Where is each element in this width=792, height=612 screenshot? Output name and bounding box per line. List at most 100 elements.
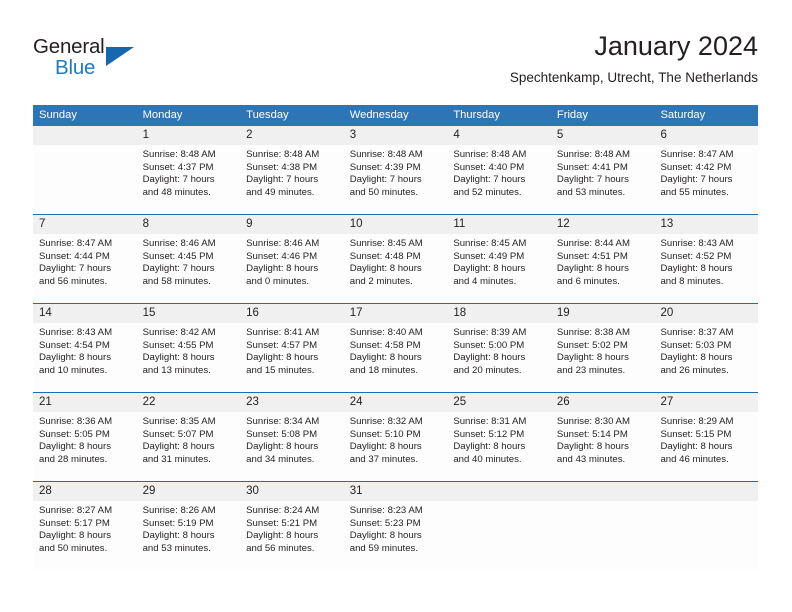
day-detail-line: Sunrise: 8:39 AM [453, 327, 527, 338]
day-number[interactable]: 22 [137, 393, 241, 412]
day-detail-line: Sunrise: 8:45 AM [349, 238, 423, 249]
day-number[interactable]: 28 [33, 482, 137, 501]
day-detail-line: and 43 minutes. [556, 453, 626, 465]
day-detail-line: Daylight: 8 hours [142, 352, 215, 364]
day-detail-line: Sunrise: 8:48 AM [556, 149, 630, 160]
day-cell[interactable]: Sunrise: 8:46 AM Sunset: 4:46 PM Daylight:… [240, 234, 344, 303]
day-number[interactable]: 13 [654, 215, 758, 234]
day-detail-line: Sunrise: 8:31 AM [453, 416, 527, 427]
day-number[interactable]: 10 [344, 215, 448, 234]
day-detail-line: Daylight: 7 hours [39, 263, 111, 275]
weekday-header-tuesday: Tuesday [246, 109, 289, 121]
day-number[interactable]: 1 [137, 126, 241, 145]
day-number[interactable]: 9 [240, 215, 344, 234]
day-cell[interactable]: Sunrise: 8:48 AM Sunset: 4:37 PM Daylight:… [137, 145, 241, 214]
day-number[interactable]: 15 [137, 304, 241, 323]
day-cell[interactable]: Sunrise: 8:48 AM Sunset: 4:39 PM Daylight:… [344, 145, 448, 214]
day-cell[interactable]: Sunrise: 8:24 AM Sunset: 5:21 PM Daylight:… [240, 501, 344, 570]
day-number[interactable]: 5 [551, 126, 655, 145]
day-number[interactable]: 14 [33, 304, 137, 323]
day-number-row: 123456 [33, 126, 758, 145]
day-number[interactable]: 25 [447, 393, 551, 412]
day-number[interactable]: 8 [137, 215, 241, 234]
day-number[interactable]: 19 [551, 304, 655, 323]
calendar-page: General Blue January 2024 Spechtenkamp, … [0, 0, 792, 612]
day-cell[interactable]: Sunrise: 8:38 AM Sunset: 5:02 PM Daylight:… [551, 323, 655, 392]
day-cell[interactable]: Sunrise: 8:48 AM Sunset: 4:41 PM Daylight:… [551, 145, 655, 214]
day-cell[interactable]: Sunrise: 8:46 AM Sunset: 4:45 PM Daylight:… [137, 234, 241, 303]
day-number-empty [447, 482, 551, 501]
weekday-header-row: Sunday Monday Tuesday Wednesday Thursday… [33, 105, 758, 126]
day-detail-line: Daylight: 8 hours [556, 263, 629, 275]
day-detail-line: Sunrise: 8:38 AM [556, 327, 630, 338]
day-detail-line: Sunrise: 8:35 AM [142, 416, 216, 427]
day-cell[interactable]: Sunrise: 8:40 AM Sunset: 4:58 PM Daylight:… [344, 323, 448, 392]
day-detail-line: and 50 minutes. [349, 186, 419, 198]
day-cell[interactable]: Sunrise: 8:30 AM Sunset: 5:14 PM Daylight:… [551, 412, 655, 481]
day-detail-line: and 53 minutes. [142, 542, 211, 554]
day-number[interactable]: 20 [654, 304, 758, 323]
day-detail-line: Daylight: 7 hours [142, 174, 215, 186]
day-number[interactable]: 4 [447, 126, 551, 145]
day-cell[interactable]: Sunrise: 8:41 AM Sunset: 4:57 PM Daylight:… [240, 323, 344, 392]
day-number[interactable]: 29 [137, 482, 241, 501]
day-number-empty [551, 482, 655, 501]
day-detail-line: Sunset: 4:40 PM [453, 161, 525, 173]
day-cell[interactable]: Sunrise: 8:43 AM Sunset: 4:54 PM Daylight:… [33, 323, 137, 392]
day-number[interactable]: 18 [447, 304, 551, 323]
day-number[interactable]: 26 [551, 393, 655, 412]
calendar-week-row: 7 8 9 10 11 12 13 Sunrise: 8:47 AM Sunset: 4:44 … [33, 214, 758, 303]
day-detail-line: and 46 minutes. [660, 453, 729, 465]
day-number[interactable]: 24 [344, 393, 448, 412]
day-cell[interactable]: Sunrise: 8:48 AM Sunset: 4:38 PM Daylight:… [240, 145, 344, 214]
weekday-header-saturday: Saturday [660, 109, 706, 121]
day-number[interactable]: 2 [240, 126, 344, 145]
day-cell[interactable]: Sunrise: 8:27 AM Sunset: 5:17 PM Daylight:… [33, 501, 137, 570]
day-number[interactable]: 23 [240, 393, 344, 412]
day-cell[interactable]: Sunrise: 8:47 AM Sunset: 4:42 PM Daylight:… [654, 145, 758, 214]
day-cell[interactable]: Sunrise: 8:39 AM Sunset: 5:00 PM Daylight:… [447, 323, 551, 392]
day-cell[interactable]: Sunrise: 8:45 AM Sunset: 4:48 PM Daylight:… [344, 234, 448, 303]
day-number[interactable]: 21 [33, 393, 137, 412]
day-cell[interactable]: Sunrise: 8:31 AM Sunset: 5:12 PM Daylight:… [447, 412, 551, 481]
day-cell[interactable]: Sunrise: 8:43 AM Sunset: 4:52 PM Daylight:… [654, 234, 758, 303]
day-number[interactable]: 11 [447, 215, 551, 234]
day-detail-line: Sunset: 5:17 PM [39, 517, 110, 529]
day-detail-line: Daylight: 7 hours [556, 174, 629, 186]
day-cell[interactable]: Sunrise: 8:42 AM Sunset: 4:55 PM Daylight:… [137, 323, 241, 392]
day-number[interactable]: 6 [654, 126, 758, 145]
day-cell[interactable]: Sunrise: 8:29 AM Sunset: 5:15 PM Daylight:… [654, 412, 758, 481]
weekday-header-wednesday: Wednesday [349, 109, 409, 121]
day-detail-line: Sunset: 4:46 PM [246, 250, 318, 262]
day-detail-line: and 15 minutes. [246, 364, 315, 376]
day-number[interactable]: 7 [33, 215, 137, 234]
day-cell[interactable]: Sunrise: 8:36 AM Sunset: 5:05 PM Daylight:… [33, 412, 137, 481]
day-cell[interactable]: Sunrise: 8:34 AM Sunset: 5:08 PM Daylight:… [240, 412, 344, 481]
day-detail-line: Sunrise: 8:42 AM [142, 327, 216, 338]
day-info-row: Sunrise: 8:36 AM Sunset: 5:05 PM Daylight:… [33, 412, 758, 481]
day-number[interactable]: 16 [240, 304, 344, 323]
day-cell[interactable]: Sunrise: 8:32 AM Sunset: 5:10 PM Daylight:… [344, 412, 448, 481]
day-number[interactable]: 17 [344, 304, 448, 323]
day-detail-line: Sunset: 5:14 PM [556, 428, 628, 440]
day-detail-line: and 37 minutes. [349, 453, 419, 465]
day-number[interactable]: 12 [551, 215, 655, 234]
day-cell[interactable]: Sunrise: 8:35 AM Sunset: 5:07 PM Daylight:… [137, 412, 241, 481]
day-number[interactable]: 3 [344, 126, 448, 145]
general-blue-logo[interactable]: General Blue [33, 35, 148, 87]
day-detail-line: Daylight: 8 hours [349, 441, 422, 453]
day-number[interactable]: 30 [240, 482, 344, 501]
day-cell[interactable]: Sunrise: 8:26 AM Sunset: 5:19 PM Daylight:… [137, 501, 241, 570]
day-detail-line: Sunrise: 8:36 AM [39, 416, 113, 427]
day-cell[interactable]: Sunrise: 8:47 AM Sunset: 4:44 PM Daylight:… [33, 234, 137, 303]
day-number[interactable]: 27 [654, 393, 758, 412]
day-cell[interactable]: Sunrise: 8:48 AM Sunset: 4:40 PM Daylight:… [447, 145, 551, 214]
day-number[interactable]: 31 [344, 482, 448, 501]
day-cell[interactable]: Sunrise: 8:44 AM Sunset: 4:51 PM Daylight:… [551, 234, 655, 303]
day-detail-line: Sunrise: 8:24 AM [246, 505, 320, 516]
day-cell[interactable]: Sunrise: 8:45 AM Sunset: 4:49 PM Daylight:… [447, 234, 551, 303]
day-cell[interactable]: Sunrise: 8:37 AM Sunset: 5:03 PM Daylight:… [654, 323, 758, 392]
day-cell-empty [33, 145, 137, 214]
day-cell[interactable]: Sunrise: 8:23 AM Sunset: 5:23 PM Daylight:… [344, 501, 448, 570]
day-detail-line: Daylight: 8 hours [556, 352, 629, 364]
